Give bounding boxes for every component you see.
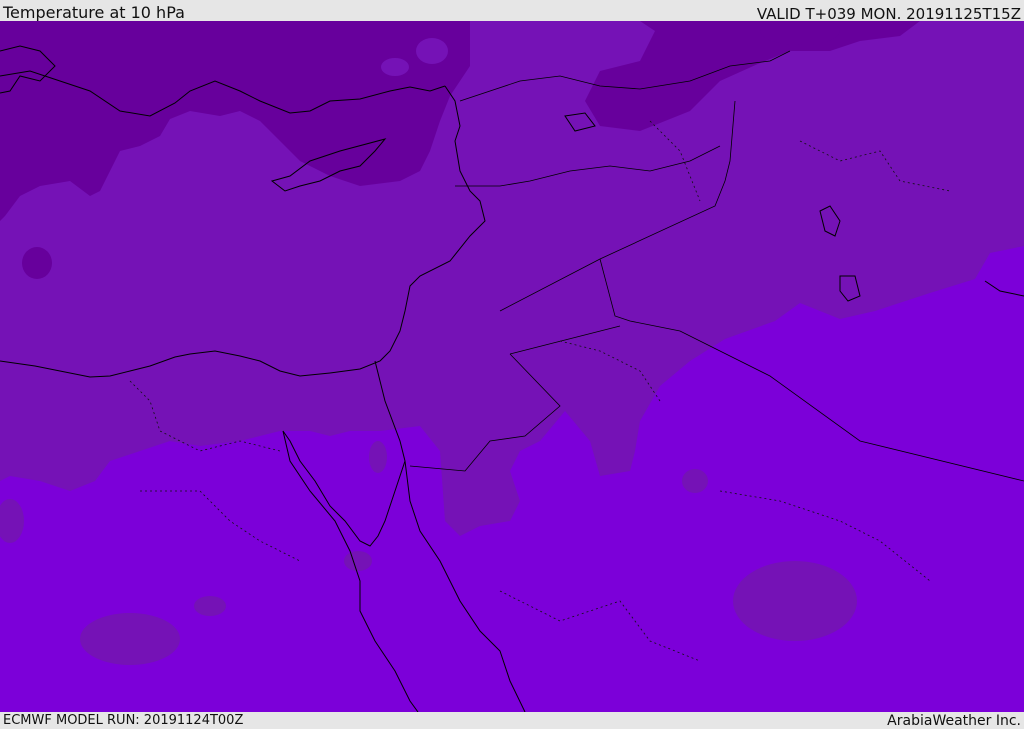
map-title: Temperature at 10 hPa xyxy=(3,3,185,22)
header-bar: Temperature at 10 hPa VALID T+039 MON. 2… xyxy=(0,0,1024,23)
model-run-label: ECMWF MODEL RUN: 20191124T00Z xyxy=(3,713,244,728)
coldest-patch-med xyxy=(22,247,52,279)
cold-patch-saudi xyxy=(733,561,857,641)
map-canvas xyxy=(0,21,1024,712)
footer-bar: ECMWF MODEL RUN: 20191124T00Z ArabiaWeat… xyxy=(0,712,1024,729)
cold-patch-redsea xyxy=(344,551,372,571)
cold-patch-west xyxy=(80,613,180,665)
cold-patch-sinai xyxy=(369,441,387,473)
cold-patch-small xyxy=(194,596,226,616)
valid-time-label: VALID T+039 MON. 20191125T15Z xyxy=(756,5,1021,23)
temperature-map xyxy=(0,21,1024,712)
credit-label: ArabiaWeather Inc. xyxy=(887,713,1021,729)
cold-patch-dot xyxy=(682,469,708,493)
